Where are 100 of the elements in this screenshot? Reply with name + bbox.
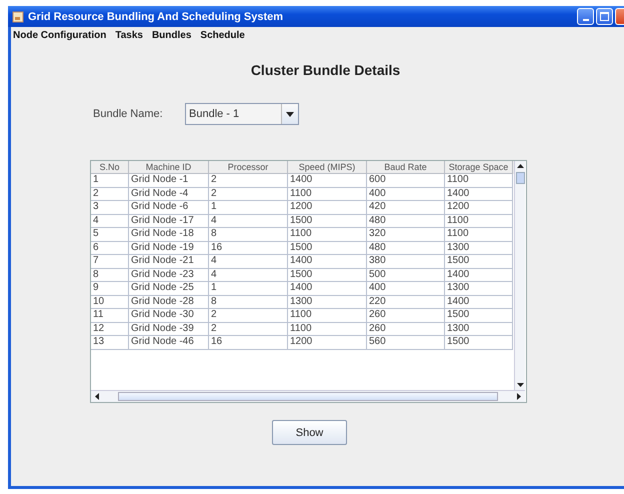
table-cell: Grid Node -21 bbox=[129, 255, 209, 268]
table-cell: 4 bbox=[209, 255, 288, 268]
table-cell: 1400 bbox=[288, 282, 367, 296]
table-cell: 1 bbox=[91, 174, 129, 188]
table-cell: 2 bbox=[209, 174, 288, 188]
table-cell: 9 bbox=[91, 282, 129, 296]
caret-icon bbox=[286, 112, 294, 116]
table-cell: 8 bbox=[209, 228, 288, 242]
menu-item[interactable]: Schedule bbox=[200, 30, 245, 41]
table-cell: 400 bbox=[367, 188, 445, 201]
menu-item[interactable]: Node Configuration bbox=[13, 30, 106, 41]
field-label: Bundle Name: bbox=[93, 108, 164, 120]
table-cell: Grid Node -30 bbox=[129, 309, 209, 322]
table-cell: 1 bbox=[209, 282, 288, 296]
column-header[interactable]: Baud Rate bbox=[367, 161, 445, 174]
close-button[interactable] bbox=[615, 8, 624, 25]
table-cell: 1300 bbox=[445, 282, 513, 296]
down-arrow-icon bbox=[516, 383, 524, 387]
table-cell: Grid Node -25 bbox=[129, 282, 209, 296]
table-cell: 5 bbox=[91, 228, 129, 242]
table-cell: 13 bbox=[91, 336, 129, 350]
table-cell: 8 bbox=[209, 296, 288, 309]
up-arrow-icon bbox=[516, 164, 524, 168]
table-cell: 1100 bbox=[445, 214, 513, 228]
table-cell: 2 bbox=[91, 188, 129, 201]
table-cell: 1200 bbox=[288, 201, 367, 214]
right-arrow-icon bbox=[517, 393, 521, 400]
table-cell: 1400 bbox=[445, 188, 513, 201]
table-cell: 4 bbox=[91, 214, 129, 228]
column-header[interactable]: Processor bbox=[209, 161, 288, 174]
scroll-thumb[interactable] bbox=[516, 172, 524, 184]
table-cell: 2 bbox=[209, 322, 288, 336]
table-cell: 220 bbox=[367, 296, 445, 309]
table-cell: 10 bbox=[91, 296, 129, 309]
table-cell: 1500 bbox=[288, 214, 367, 228]
table-cell: Grid Node -17 bbox=[129, 214, 209, 228]
table-cell: 7 bbox=[91, 255, 129, 268]
table-cell: 1500 bbox=[445, 309, 513, 322]
table-cell: 16 bbox=[209, 336, 288, 350]
menu-item[interactable]: Tasks bbox=[115, 30, 143, 41]
table-cell: 480 bbox=[367, 242, 445, 255]
table-cell: 11 bbox=[91, 309, 129, 322]
table-cell: 4 bbox=[209, 268, 288, 282]
table-cell: 1300 bbox=[445, 242, 513, 255]
table-cell: Grid Node -18 bbox=[129, 228, 209, 242]
table-cell: 6 bbox=[91, 242, 129, 255]
column-header[interactable]: S.No bbox=[91, 161, 129, 174]
table-cell: 600 bbox=[367, 174, 445, 188]
table-cell: 2 bbox=[209, 188, 288, 201]
table-cell: Grid Node -19 bbox=[129, 242, 209, 255]
vertical-scrollbar[interactable] bbox=[514, 161, 525, 390]
table-cell: 12 bbox=[91, 322, 129, 336]
table-cell: 16 bbox=[209, 242, 288, 255]
table-cell: 260 bbox=[367, 309, 445, 322]
show-button[interactable]: Show bbox=[272, 420, 347, 445]
horizontal-scrollbar[interactable] bbox=[91, 390, 525, 402]
table-cell: 400 bbox=[367, 282, 445, 296]
table-cell: 1200 bbox=[288, 336, 367, 350]
table-cell: 4 bbox=[209, 214, 288, 228]
maximize-button[interactable] bbox=[596, 8, 613, 25]
table-cell: 500 bbox=[367, 268, 445, 282]
table-cell: 560 bbox=[367, 336, 445, 350]
table-cell: Grid Node -4 bbox=[129, 188, 209, 201]
window-title: Grid Resource Bundling And Scheduling System bbox=[28, 10, 284, 22]
table-cell: 1500 bbox=[288, 268, 367, 282]
left-arrow-icon bbox=[95, 393, 99, 400]
table-cell: 1500 bbox=[288, 242, 367, 255]
scroll-thumb[interactable] bbox=[118, 392, 498, 401]
table-cell: 420 bbox=[367, 201, 445, 214]
minimize-button[interactable] bbox=[577, 8, 594, 25]
column-header[interactable]: Speed (MIPS) bbox=[288, 161, 367, 174]
table-cell: 1500 bbox=[445, 336, 513, 350]
table-cell: Grid Node -23 bbox=[129, 268, 209, 282]
table-cell: 1400 bbox=[445, 268, 513, 282]
table-cell: 1 bbox=[209, 201, 288, 214]
column-header[interactable]: Machine ID bbox=[129, 161, 209, 174]
table-cell: 1100 bbox=[288, 188, 367, 201]
menu-item[interactable]: Bundles bbox=[152, 30, 192, 41]
column-header[interactable]: Storage Space bbox=[445, 161, 513, 174]
table-cell: 260 bbox=[367, 322, 445, 336]
page-heading: Cluster Bundle Details bbox=[250, 62, 402, 78]
table-cell: 1400 bbox=[288, 174, 367, 188]
table-cell: Grid Node -28 bbox=[129, 296, 209, 309]
table-cell: 3 bbox=[91, 201, 129, 214]
table-cell: 1200 bbox=[445, 201, 513, 214]
bundle-dropdown[interactable]: Bundle - 1 bbox=[185, 103, 299, 125]
table-cell: 1100 bbox=[445, 228, 513, 242]
table-cell: 1300 bbox=[288, 296, 367, 309]
table-cell: 1100 bbox=[445, 174, 513, 188]
table-cell: 8 bbox=[91, 268, 129, 282]
table-cell: 380 bbox=[367, 255, 445, 268]
table-cell: 2 bbox=[209, 309, 288, 322]
table-cell: 1300 bbox=[445, 322, 513, 336]
table-cell: 1100 bbox=[288, 309, 367, 322]
table-cell: 1100 bbox=[288, 228, 367, 242]
table-cell: 1400 bbox=[288, 255, 367, 268]
table-cell: Grid Node -46 bbox=[129, 336, 209, 350]
table-cell: 1500 bbox=[445, 255, 513, 268]
table-cell: Grid Node -6 bbox=[129, 201, 209, 214]
table-cell: Grid Node -39 bbox=[129, 322, 209, 336]
